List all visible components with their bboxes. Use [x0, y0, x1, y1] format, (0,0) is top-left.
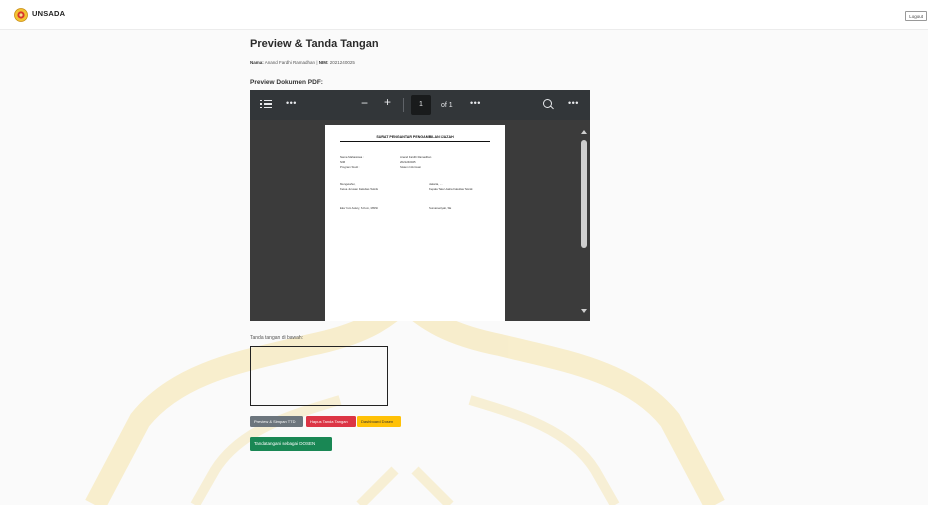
sign-as-lecturer-button[interactable]: Tandatangani sebagai DOSEN — [250, 437, 332, 451]
scroll-up-arrow-icon[interactable] — [581, 130, 587, 134]
doc-right-heading: Jakarta, .... — [429, 182, 443, 186]
document-title: SURAT PENGANTAR PENGAMBILAN IJAZAH — [340, 135, 490, 142]
doc-right-signer: Sumarsetiyati, SE — [429, 206, 452, 210]
university-logo-icon[interactable] — [14, 8, 28, 22]
scroll-down-arrow-icon[interactable] — [581, 309, 587, 313]
dashboard-button[interactable]: Dashboard Dosen — [357, 416, 401, 427]
navbar: UNSADA Logout — [0, 0, 928, 30]
preview-save-signature-button[interactable]: Preview & Simpan TTD — [250, 416, 303, 427]
signature-label: Tanda tangan di bawah: — [250, 335, 304, 341]
page-number-input[interactable]: 1 — [411, 95, 431, 115]
nim-value: 2021240025 — [329, 60, 355, 65]
pdf-toolbar: ••• − + 1 of 1 ••• ••• — [250, 90, 590, 120]
more-horizontal-icon[interactable]: ••• — [470, 98, 481, 108]
doc-left-heading: Mengetahui, — [340, 182, 356, 186]
page-total: of 1 — [441, 102, 453, 109]
preview-label: Preview Dokumen PDF: — [250, 79, 323, 86]
pdf-page: SURAT PENGANTAR PENGAMBILAN IJAZAH Nama … — [325, 125, 505, 321]
student-info: Nama: Anand Fardhi Ramadhan | NIM: 20212… — [250, 60, 355, 65]
name-value: Anand Fardhi Ramadhan — [264, 60, 316, 65]
logout-button[interactable]: Logout — [905, 11, 927, 21]
pdf-viewer[interactable]: ••• − + 1 of 1 ••• ••• SURAT PENGANTAR P… — [250, 90, 590, 321]
zoom-out-button[interactable]: − — [361, 97, 368, 109]
page-title: Preview & Tanda Tangan — [250, 38, 379, 50]
nim-label: NIM: — [318, 60, 329, 65]
doc-nim-value: 2021240025 — [400, 160, 416, 164]
toolbar-divider — [403, 98, 404, 112]
more-horizontal-icon[interactable]: ••• — [568, 98, 579, 108]
zoom-in-button[interactable]: + — [384, 96, 391, 108]
separator: | — [316, 60, 318, 65]
pdf-scrollbar[interactable] — [580, 128, 588, 313]
doc-left-role: Ketua Jurusan Fakultas Teknik — [340, 187, 379, 191]
doc-prodi-label: Program Studi : — [340, 165, 360, 169]
search-icon[interactable] — [543, 99, 552, 108]
doc-nim-label: NIM — [340, 160, 346, 164]
name-label: Nama: — [250, 60, 264, 65]
signature-canvas[interactable] — [250, 346, 388, 406]
more-horizontal-icon[interactable]: ••• — [286, 98, 297, 108]
clear-signature-button[interactable]: Hapus Tanda Tangan — [306, 416, 356, 427]
doc-right-role: Kepala Tata Usaha Fakultas Teknik — [429, 187, 473, 191]
doc-name-value: Anand Fardhi Ramadhan — [400, 155, 432, 159]
doc-prodi-value: Sistem Informasi — [400, 165, 421, 169]
list-icon[interactable] — [260, 100, 272, 110]
scroll-thumb[interactable] — [581, 140, 587, 248]
doc-left-signer: Eka Yuni Astuty, S.Kom, MMSI — [340, 206, 378, 210]
brand-name[interactable]: UNSADA — [32, 9, 65, 18]
doc-name-label: Nama Mahasiswa : — [340, 155, 364, 159]
